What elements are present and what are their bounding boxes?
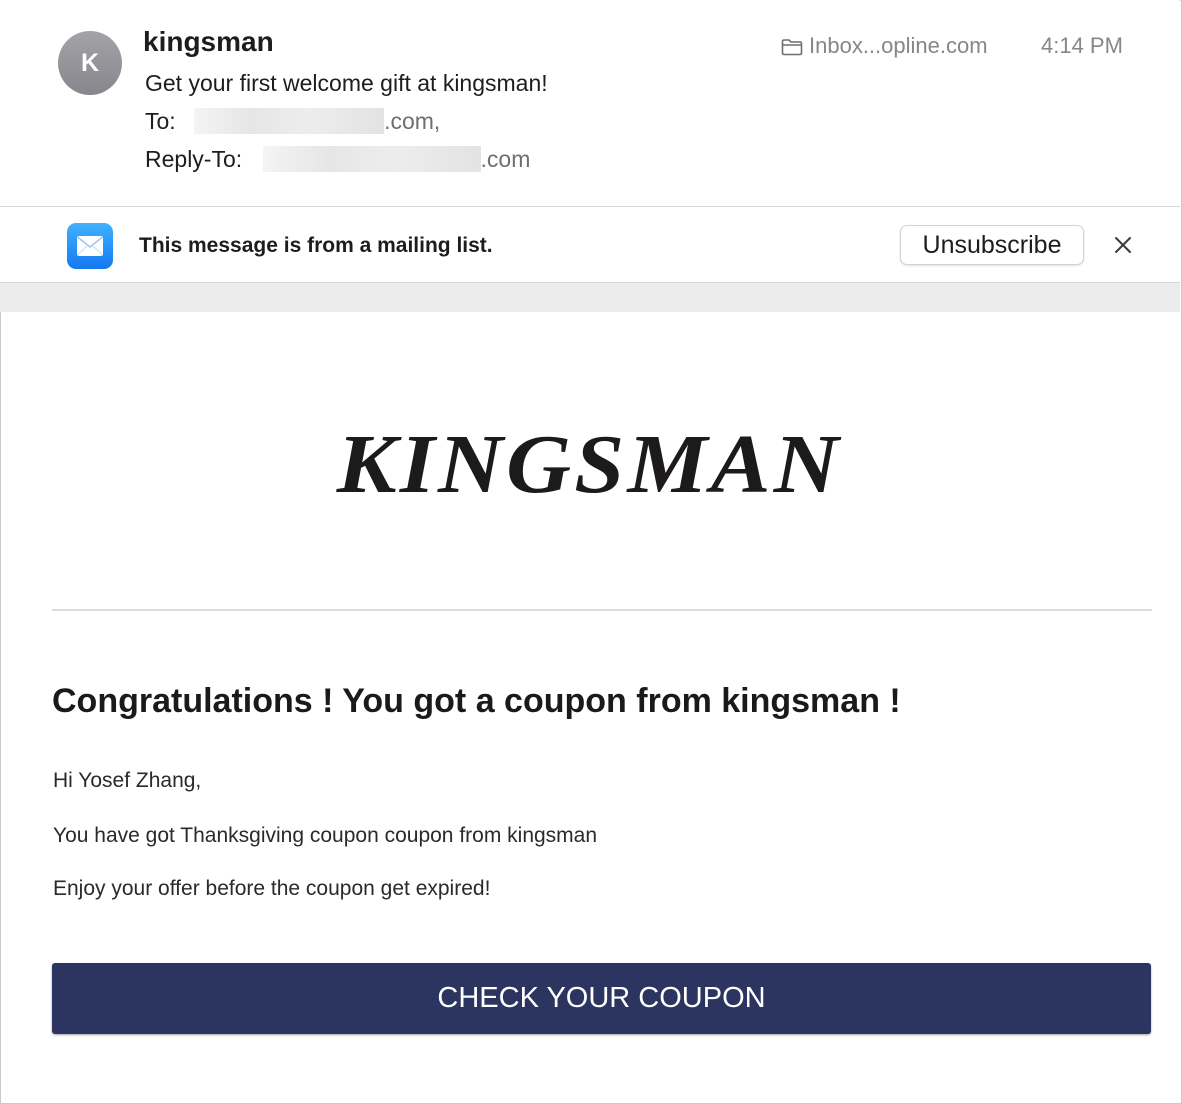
reply-to-label: Reply-To: — [145, 146, 243, 172]
reply-to-value[interactable]: .com — [481, 146, 531, 172]
mailbox-location[interactable]: Inbox...opline.com — [781, 33, 988, 59]
message-header: K kingsman Get your first welcome gift a… — [0, 0, 1180, 206]
email-headline: Congratulations ! You got a coupon from … — [52, 682, 901, 720]
divider — [52, 609, 1152, 611]
email-top-band — [0, 283, 1180, 312]
reply-to-field: Reply-To: .com — [145, 146, 530, 173]
mailing-list-banner: This message is from a mailing list. Uns… — [0, 207, 1180, 282]
sender-avatar: K — [58, 31, 122, 95]
redacted-address — [262, 146, 481, 172]
sender-name[interactable]: kingsman — [143, 26, 274, 58]
redacted-address — [194, 108, 385, 134]
to-label: To: — [145, 108, 176, 134]
folder-icon — [781, 39, 803, 56]
received-time: 4:14 PM — [1041, 33, 1123, 58]
mailing-list-notice: This message is from a mailing list. — [139, 234, 493, 257]
mail-app-icon — [67, 223, 113, 269]
body-text: You have got Thanksgiving coupon coupon … — [53, 824, 598, 847]
greeting-text: Hi Yosef Zhang, — [53, 769, 202, 792]
body-text: Enjoy your offer before the coupon get e… — [53, 877, 491, 900]
close-icon[interactable] — [1112, 234, 1134, 256]
message-subject: Get your first welcome gift at kingsman! — [145, 70, 548, 96]
brand-logo: KINGSMAN — [336, 418, 842, 511]
mailbox-name: Inbox...opline.com — [809, 33, 988, 58]
check-coupon-button[interactable]: CHECK YOUR COUPON — [52, 963, 1151, 1034]
unsubscribe-button[interactable]: Unsubscribe — [900, 225, 1084, 265]
to-value[interactable]: .com, — [384, 108, 440, 134]
to-field: To: .com, — [145, 108, 440, 135]
